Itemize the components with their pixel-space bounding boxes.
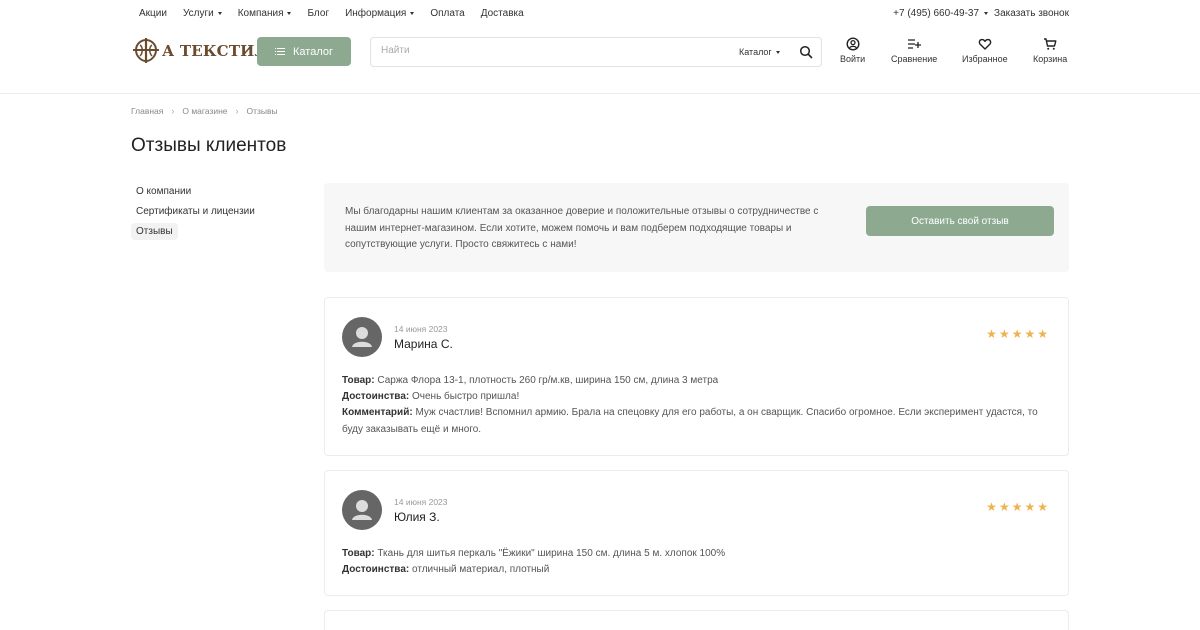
sidebar: О компании Сертификаты и лицензии Отзывы [131, 183, 260, 243]
star-icon: ★ [1037, 327, 1048, 341]
review-body: Товар: Ткань для шитья перкаль "Ёжики" ш… [342, 546, 1054, 578]
review-author: Марина С. [394, 337, 453, 351]
intro-text: Мы благодарны нашим клиентам за оказанно… [345, 206, 819, 250]
star-icon: ★ [1011, 327, 1023, 341]
review-date: 14 июня 2023 [394, 497, 448, 507]
user-avatar-icon [352, 327, 372, 347]
review-pros: Достоинства: Очень быстро пришла! [342, 391, 520, 403]
phone-link[interactable]: +7 (495) 660-49-37 [893, 8, 979, 19]
header-actions: Войти Сравнение Избранное Корзина [0, 37, 1200, 77]
leave-review-button[interactable]: Оставить свой отзыв [866, 206, 1054, 236]
breadcrumb-separator: › [235, 106, 239, 116]
compare-button[interactable]: Сравнение [891, 37, 937, 64]
top-nav-item-info[interactable]: Информация [345, 8, 415, 19]
review-comment: Комментарий: Муж счастлив! Вспомнил арми… [342, 407, 1038, 435]
avatar [342, 490, 382, 530]
top-nav-item-delivery[interactable]: Доставка [481, 8, 524, 19]
top-nav: Акции Услуги Компания Блог Информация Оп… [139, 8, 540, 19]
star-icon: ★ [986, 500, 997, 514]
top-nav-item-blog[interactable]: Блог [307, 8, 329, 19]
review-product: Товар: Саржа Флора 13-1, плотность 260 г… [342, 375, 719, 386]
review-author: Юлия З. [394, 510, 440, 524]
top-nav-item-sales[interactable]: Акции [139, 8, 167, 19]
breadcrumb-item-about[interactable]: О магазине [182, 106, 227, 116]
sidebar-item-reviews[interactable]: Отзывы [131, 223, 178, 240]
review-product: Товар: Ткань для шитья перкаль "Ёжики" ш… [342, 548, 726, 559]
user-icon [846, 37, 860, 51]
review-card: 14 июня 2023 Марина С. ★ ★ ★ ★ ★ Товар: Сарж… [324, 297, 1069, 456]
avatar [342, 317, 382, 357]
sidebar-item-certificates[interactable]: Сертификаты и лицензии [131, 203, 260, 220]
cart-icon [1044, 38, 1057, 50]
top-nav-item-company[interactable]: Компания [238, 8, 292, 19]
star-icon: ★ [1024, 500, 1036, 514]
contacts: +7 (495) 660-49-37 Заказать звонок [893, 8, 1069, 19]
rating-stars: ★ ★ ★ ★ ★ [986, 328, 1048, 340]
star-icon: ★ [998, 327, 1010, 341]
breadcrumb-separator: › [171, 106, 175, 116]
breadcrumb-item-home[interactable]: Главная [131, 106, 163, 116]
review-body: Товар: Саржа Флора 13-1, плотность 260 г… [342, 373, 1054, 438]
star-icon: ★ [1024, 327, 1036, 341]
top-bar: Акции Услуги Компания Блог Информация Оп… [0, 0, 1200, 28]
star-icon: ★ [1037, 500, 1048, 514]
star-icon: ★ [1011, 500, 1023, 514]
review-pros: Достоинства: отличный материал, плотный [342, 564, 550, 576]
cart-button[interactable]: Корзина [1033, 37, 1067, 64]
rating-stars: ★ ★ ★ ★ ★ [986, 501, 1048, 513]
top-nav-item-payment[interactable]: Оплата [430, 8, 464, 19]
heart-icon [978, 38, 992, 50]
header: А ТЕКСТИЛЬ Каталог Каталог Войти [0, 28, 1200, 94]
intro-box: Мы благодарны нашим клиентам за оказанно… [324, 183, 1069, 272]
favorites-button[interactable]: Избранное [962, 37, 1008, 64]
compare-icon [908, 39, 922, 49]
chevron-down-icon [410, 12, 415, 15]
review-card [324, 610, 1069, 630]
chevron-down-icon [287, 12, 292, 15]
callback-link[interactable]: Заказать звонок [994, 8, 1069, 19]
chevron-down-icon [217, 12, 222, 15]
login-button[interactable]: Войти [840, 37, 865, 64]
top-nav-item-services[interactable]: Услуги [183, 8, 222, 19]
review-date: 14 июня 2023 [394, 324, 448, 334]
star-icon: ★ [986, 327, 997, 341]
user-avatar-icon [352, 500, 372, 520]
review-card: 14 июня 2023 Юлия З. ★ ★ ★ ★ ★ Товар: Ткань … [324, 470, 1069, 596]
sidebar-item-about[interactable]: О компании [131, 183, 196, 200]
breadcrumb: Главная › О магазине › Отзывы [131, 106, 278, 116]
breadcrumb-item-current: Отзывы [246, 106, 278, 116]
star-icon: ★ [998, 500, 1010, 514]
page-title: Отзывы клиентов [131, 135, 287, 156]
chevron-down-icon[interactable] [984, 12, 989, 15]
